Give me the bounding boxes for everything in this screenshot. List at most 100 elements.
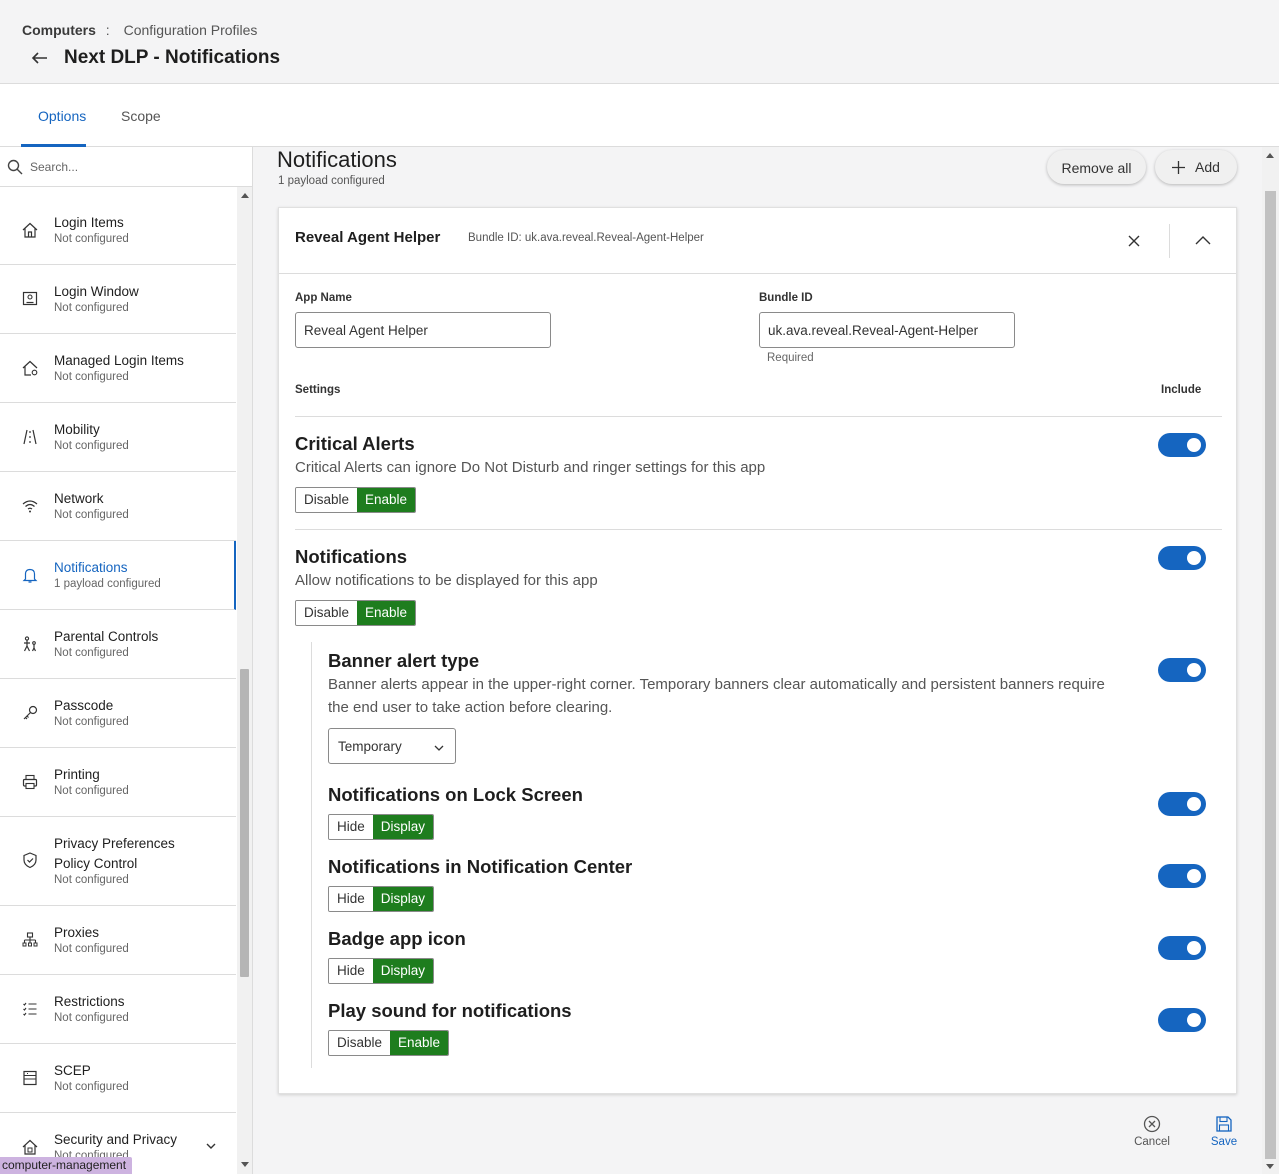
sidebar-item-label: Managed Login Items bbox=[54, 353, 184, 368]
breadcrumb-configuration-profiles[interactable]: Configuration Profiles bbox=[124, 22, 258, 38]
critical-alerts-include-toggle[interactable] bbox=[1158, 433, 1206, 457]
save-label: Save bbox=[1210, 1136, 1238, 1148]
payload-bundle-meta: Bundle ID: uk.ava.reveal.Reveal-Agent-He… bbox=[468, 232, 704, 244]
banner-alert-select[interactable]: Temporary bbox=[328, 728, 456, 764]
notifications-disable[interactable]: Disable bbox=[296, 601, 358, 625]
sidebar-item-parental-controls[interactable]: Parental Controls Not configured bbox=[0, 610, 236, 679]
back-arrow-icon[interactable] bbox=[30, 48, 50, 68]
breadcrumb-separator: : bbox=[105, 22, 110, 38]
chevron-down-icon[interactable] bbox=[204, 1139, 218, 1153]
critical-alerts-enable[interactable]: Enable bbox=[357, 488, 416, 512]
sidebar-item-printing[interactable]: Printing Not configured bbox=[0, 748, 236, 817]
sidebar-item-notifications[interactable]: Notifications 1 payload configured bbox=[0, 541, 236, 610]
sidebar-item-restrictions[interactable]: Restrictions Not configured bbox=[0, 975, 236, 1044]
main-scroll-down[interactable] bbox=[1266, 1164, 1274, 1169]
notification-center-hide[interactable]: Hide bbox=[329, 887, 373, 911]
page-header: Computers : Configuration Profiles Next … bbox=[0, 0, 1279, 84]
cancel-button[interactable]: Cancel bbox=[1124, 1115, 1180, 1148]
sidebar-item-passcode[interactable]: Passcode Not configured bbox=[0, 679, 236, 748]
app-name-label: App Name bbox=[295, 292, 352, 304]
parental-icon bbox=[23, 636, 37, 652]
sidebar-item-label: Security and Privacy bbox=[54, 1132, 178, 1147]
sidebar-item-status: Not configured bbox=[54, 371, 129, 383]
sidebar-scroll-down[interactable] bbox=[241, 1162, 249, 1167]
sidebar-item-label: Login Window bbox=[54, 284, 139, 299]
sidebar-item-label: Network bbox=[54, 491, 104, 506]
sidebar-item-network[interactable]: Network Not configured bbox=[0, 472, 236, 541]
restrictions-icon bbox=[23, 1002, 37, 1016]
sidebar-scrollbar-thumb[interactable] bbox=[240, 669, 249, 977]
sidebar-item-label: Notifications bbox=[54, 560, 128, 575]
save-icon bbox=[1216, 1116, 1232, 1132]
search-input[interactable] bbox=[28, 156, 238, 178]
main-scrollbar-thumb[interactable] bbox=[1265, 191, 1276, 1159]
toggle-knob bbox=[1187, 797, 1201, 811]
sidebar-item-label: Parental Controls bbox=[54, 629, 159, 644]
bundle-id-label: Bundle ID bbox=[759, 292, 813, 304]
managed-home-icon bbox=[22, 360, 38, 376]
sidebar-scroll-up[interactable] bbox=[241, 193, 249, 198]
tab-options[interactable]: Options bbox=[38, 108, 86, 124]
sidebar-item-status: 1 payload configured bbox=[54, 578, 161, 590]
notification-center-include-toggle[interactable] bbox=[1158, 864, 1206, 888]
security-icon bbox=[22, 1139, 38, 1155]
play-sound-disable[interactable]: Disable bbox=[329, 1031, 391, 1055]
sidebar-item-managed-login-items[interactable]: Managed Login Items Not configured bbox=[0, 334, 236, 403]
sidebar-item-status: Not configured bbox=[54, 874, 129, 886]
sidebar-item-scep[interactable]: SCEP Not configured bbox=[0, 1044, 236, 1113]
cancel-icon bbox=[1143, 1115, 1161, 1133]
divider bbox=[295, 529, 1222, 530]
sidebar-item-label: Mobility bbox=[54, 422, 100, 437]
sidebar-item-proxies[interactable]: Proxies Not configured bbox=[0, 906, 236, 975]
sidebar-item-mobility[interactable]: Mobility Not configured bbox=[0, 403, 236, 472]
sidebar-item-label: Privacy Preferences Policy Control bbox=[54, 836, 175, 871]
lock-screen-hide[interactable]: Hide bbox=[329, 815, 373, 839]
add-button[interactable]: Add bbox=[1155, 150, 1237, 184]
chevron-up-icon[interactable] bbox=[1194, 233, 1212, 249]
lock-screen-include-toggle[interactable] bbox=[1158, 792, 1206, 816]
main-scroll-up[interactable] bbox=[1266, 153, 1274, 158]
notifications-include-toggle[interactable] bbox=[1158, 546, 1206, 570]
sidebar-item-login-items[interactable]: Login Items Not configured bbox=[0, 196, 236, 265]
badge-icon-hide[interactable]: Hide bbox=[329, 959, 373, 983]
lock-screen-display[interactable]: Display bbox=[372, 815, 434, 839]
play-sound-include-toggle[interactable] bbox=[1158, 1008, 1206, 1032]
mobility-icon bbox=[23, 429, 37, 445]
breadcrumb-computers[interactable]: Computers bbox=[22, 22, 96, 38]
sidebar-item-status: Not configured bbox=[54, 233, 129, 245]
sidebar-search bbox=[0, 147, 252, 187]
badge-icon-include-toggle[interactable] bbox=[1158, 936, 1206, 960]
banner-alert-include-toggle[interactable] bbox=[1158, 658, 1206, 682]
tab-scope[interactable]: Scope bbox=[121, 108, 161, 124]
notifications-enable[interactable]: Enable bbox=[357, 601, 416, 625]
toggle-knob bbox=[1187, 438, 1201, 452]
play-sound-enable[interactable]: Enable bbox=[390, 1031, 449, 1055]
section-subtitle: 1 payload configured bbox=[278, 175, 385, 187]
sidebar-item-status: Not configured bbox=[54, 1012, 129, 1024]
sidebar-item-label: Proxies bbox=[54, 925, 100, 940]
login-window-icon bbox=[22, 291, 38, 306]
lock-screen-title: Notifications on Lock Screen bbox=[328, 784, 583, 805]
critical-alerts-disable[interactable]: Disable bbox=[296, 488, 358, 512]
remove-all-button[interactable]: Remove all bbox=[1047, 150, 1146, 184]
toggle-knob bbox=[1187, 663, 1201, 677]
sidebar-item-label: Login Items bbox=[54, 215, 124, 230]
sidebar-item-privacy-preferences[interactable]: Privacy Preferences Policy Control Not c… bbox=[0, 817, 236, 906]
critical-alerts-desc: Critical Alerts can ignore Do Not Distur… bbox=[295, 459, 766, 476]
sidebar-item-status: Not configured bbox=[54, 716, 129, 728]
nested-settings-guide bbox=[311, 642, 312, 1068]
badge-icon-segment: Hide Display bbox=[328, 958, 435, 984]
app-name-input[interactable] bbox=[295, 312, 551, 348]
bell-icon bbox=[22, 568, 38, 583]
bundle-id-input[interactable] bbox=[759, 312, 1015, 348]
notification-center-display[interactable]: Display bbox=[372, 887, 434, 911]
close-icon[interactable] bbox=[1126, 233, 1142, 249]
sidebar-item-status: Not configured bbox=[54, 785, 129, 797]
toggle-knob bbox=[1187, 1013, 1201, 1027]
sidebar-item-login-window[interactable]: Login Window Not configured bbox=[0, 265, 236, 334]
badge-icon-display[interactable]: Display bbox=[372, 959, 434, 983]
toggle-knob bbox=[1187, 941, 1201, 955]
save-button[interactable]: Save bbox=[1204, 1115, 1244, 1148]
breadcrumb: Computers : Configuration Profiles bbox=[22, 22, 257, 38]
home-icon bbox=[22, 222, 38, 238]
